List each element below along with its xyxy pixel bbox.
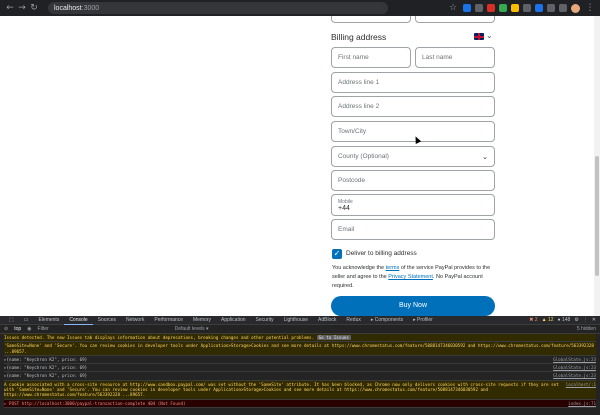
last-name-field[interactable]: Last name [415, 47, 495, 68]
tab-sources[interactable]: Sources [93, 316, 121, 325]
tab-components[interactable]: ▸ Components [366, 316, 408, 325]
extensions-row: ☆ ⋮ [447, 3, 596, 13]
log-entry: A cookie associated with a cross-site re… [4, 380, 596, 400]
tab-memory[interactable]: Memory [188, 316, 216, 325]
privacy-statement-link[interactable]: Privacy Statement [388, 274, 433, 280]
info-count[interactable]: ● 148 [558, 317, 571, 323]
county-select[interactable]: County (Optional) ⌄ [331, 146, 495, 167]
tab-security[interactable]: Security [251, 316, 279, 325]
browser-toolbar: ← → ↻ localhost:3000 ☆ ⋮ [0, 0, 600, 16]
go-to-issues-button[interactable]: Go to Issues [316, 335, 351, 340]
log-entry: ▸ POST http://localhost:3000/paypal-tran… [4, 399, 596, 408]
menu-dots-icon[interactable]: ⋮ [583, 317, 588, 323]
extension-icon[interactable] [487, 4, 495, 12]
menu-dots-icon[interactable]: ⋮ [584, 3, 596, 13]
settings-gear-icon[interactable]: ⚙ [574, 317, 578, 323]
email-field[interactable]: Email [331, 219, 495, 240]
tab-console[interactable]: Console [64, 316, 93, 325]
url-port: :3000 [81, 4, 100, 12]
previous-field[interactable] [415, 16, 495, 23]
devtools-panel: ⬚ ▭ Elements Console Sources Network Per… [0, 316, 600, 415]
extension-icon[interactable] [547, 4, 555, 12]
deliver-checkbox[interactable]: ✓ [332, 249, 342, 259]
mobile-value: +44 [338, 204, 350, 212]
warning-count[interactable]: ▲ 12 [542, 317, 554, 323]
filter-input[interactable]: Filter [38, 326, 49, 332]
address-line-1-field[interactable]: Address line 1 [331, 72, 495, 93]
legal-text: You acknowledge the terms of the service… [332, 265, 491, 289]
chevron-down-icon: ⌄ [482, 152, 488, 161]
chevron-down-icon[interactable]: ⌄ [486, 31, 493, 40]
address-bar[interactable]: localhost:3000 [48, 2, 388, 14]
devtools-counters: ✖ 2 ▲ 12 ● 148 ⚙ ⋮ ✕ [529, 317, 600, 323]
source-link[interactable]: index.js:71 [564, 401, 596, 406]
extension-icon[interactable] [475, 4, 483, 12]
clear-console-icon[interactable]: ⊘ [4, 326, 8, 332]
device-toggle-icon[interactable]: ▭ [19, 316, 34, 325]
devtools-tabs: ⬚ ▭ Elements Console Sources Network Per… [0, 316, 600, 325]
log-entry: ▸{name: "Keychron K2", price: 69} GlobalS… [4, 372, 596, 381]
url-host: localhost [54, 4, 82, 12]
log-entry: 'SameSite=None' and 'Secure'. You can re… [4, 342, 596, 356]
previous-field[interactable] [331, 16, 411, 23]
extension-icon[interactable] [499, 4, 507, 12]
close-icon[interactable]: ✕ [592, 317, 596, 323]
tab-adblock[interactable]: AdBlock [313, 316, 341, 325]
extension-icon[interactable] [463, 4, 471, 12]
profile-avatar[interactable] [571, 3, 580, 13]
postcode-field[interactable]: Postcode [331, 170, 495, 191]
puzzle-icon[interactable] [559, 4, 567, 12]
tab-lighthouse[interactable]: Lighthouse [279, 316, 313, 325]
source-link[interactable]: localhost/:1 [562, 382, 596, 398]
console-log: Issues detected. The new Issues tab disp… [0, 334, 600, 408]
context-selector[interactable]: top [14, 326, 21, 332]
reload-icon[interactable]: ↻ [28, 3, 40, 13]
console-filter-bar: ⊘ top ◉ Filter Default levels ▾ 5 hidden [0, 325, 600, 334]
page-viewport: Billing address ⌄ First name Last name A… [0, 16, 600, 316]
back-icon[interactable]: ← [4, 3, 16, 13]
page-scrollbar[interactable] [594, 16, 600, 316]
bookmark-star-icon[interactable]: ☆ [447, 3, 459, 13]
hidden-count: 5 hidden [576, 326, 596, 332]
inspect-icon[interactable]: ⬚ [4, 316, 19, 325]
forward-icon[interactable]: → [16, 3, 28, 13]
extension-icon[interactable] [511, 4, 519, 12]
source-link[interactable]: GlobalState.js:23 [549, 357, 596, 362]
uk-flag-icon[interactable] [474, 33, 484, 40]
buy-now-button[interactable]: Buy Now [331, 296, 495, 316]
tab-application[interactable]: Application [216, 316, 250, 325]
scrollbar-thumb[interactable] [595, 156, 599, 276]
issues-banner: Issues detected. The new Issues tab disp… [4, 334, 596, 343]
tab-redux[interactable]: Redux [341, 316, 365, 325]
tab-profiler[interactable]: ▸ Profiler [408, 316, 438, 325]
tab-network[interactable]: Network [121, 316, 149, 325]
source-link[interactable]: GlobalState.js:23 [549, 373, 596, 378]
first-name-field[interactable]: First name [331, 47, 411, 68]
source-link[interactable]: GlobalState.js:23 [549, 365, 596, 370]
extension-icon[interactable] [523, 4, 531, 12]
log-entry: ▸{name: "Keychron K2", price: 69} GlobalS… [4, 356, 596, 365]
error-count[interactable]: ✖ 2 [529, 317, 537, 323]
tab-performance[interactable]: Performance [149, 316, 188, 325]
terms-link[interactable]: terms [386, 265, 400, 271]
eye-icon[interactable]: ◉ [27, 326, 31, 332]
extension-icon[interactable] [535, 4, 543, 12]
deliver-label: Deliver to billing address [346, 250, 417, 257]
address-line-2-field[interactable]: Address line 2 [331, 96, 495, 117]
log-entry: ▸{name: "Keychron K2", price: 69} GlobalS… [4, 364, 596, 373]
tab-elements[interactable]: Elements [33, 316, 64, 325]
log-levels-dropdown[interactable]: Default levels ▾ [175, 326, 209, 332]
mobile-field[interactable]: Mobile +44 [331, 194, 495, 216]
billing-address-title: Billing address [331, 32, 387, 42]
